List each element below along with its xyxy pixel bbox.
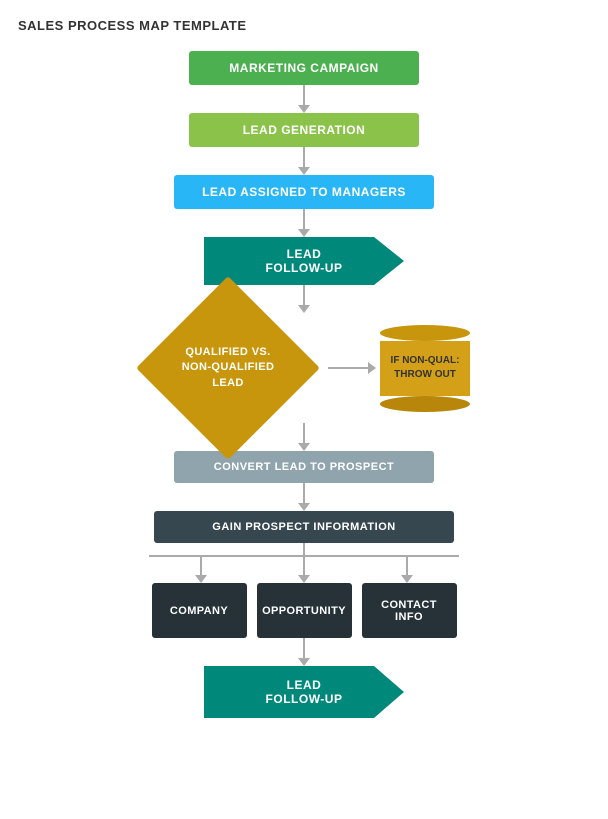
qualified-diamond-text: QUALIFIED VS. NON-QUALIFIED LEAD: [182, 345, 275, 391]
opportunity-box: OPPORTUNITY: [257, 583, 352, 638]
cylinder-group: IF NON-QUAL: THROW OUT: [380, 325, 470, 412]
arrow-5: [298, 423, 310, 451]
side-arrow-line: [328, 367, 368, 369]
lead-followup-2-box: LEAD FOLLOW-UP: [204, 666, 404, 718]
flowchart: MARKETING CAMPAIGN LEAD GENERATION LEAD …: [10, 51, 598, 718]
lead-assigned-box: LEAD ASSIGNED TO MANAGERS: [174, 175, 434, 209]
non-qual-arrow-group: IF NON-QUAL: THROW OUT: [328, 325, 470, 412]
three-way-connector: [144, 543, 464, 583]
company-box: COMPANY: [152, 583, 247, 638]
arrow-2: [298, 147, 310, 175]
lead-followup-1-box: LEAD FOLLOW-UP: [204, 237, 404, 285]
cyl-top: [380, 325, 470, 341]
cyl-bottom: [380, 396, 470, 412]
bottom-row: COMPANY OPPORTUNITY CONTACT INFO: [152, 583, 457, 638]
arrow-3: [298, 209, 310, 237]
arrow-4: [298, 285, 310, 313]
page-title: SALES PROCESS MAP TEMPLATE: [18, 18, 598, 33]
side-arrow-head: [368, 362, 376, 374]
arrow-1: [298, 85, 310, 113]
cyl-body: IF NON-QUAL: THROW OUT: [380, 341, 470, 396]
arrow-6: [298, 483, 310, 511]
lead-generation-box: LEAD GENERATION: [189, 113, 419, 147]
contact-info-box: CONTACT INFO: [362, 583, 457, 638]
diamond-row: QUALIFIED VS. NON-QUALIFIED LEAD IF NON-…: [10, 313, 598, 423]
marketing-campaign-box: MARKETING CAMPAIGN: [189, 51, 419, 85]
qualified-diamond-wrapper: QUALIFIED VS. NON-QUALIFIED LEAD: [138, 313, 318, 423]
cyl-text: IF NON-QUAL: THROW OUT: [391, 354, 460, 382]
arrow-7: [298, 638, 310, 666]
gain-prospect-box: GAIN PROSPECT INFORMATION: [154, 511, 454, 543]
convert-box: CONVERT LEAD TO PROSPECT: [174, 451, 434, 483]
